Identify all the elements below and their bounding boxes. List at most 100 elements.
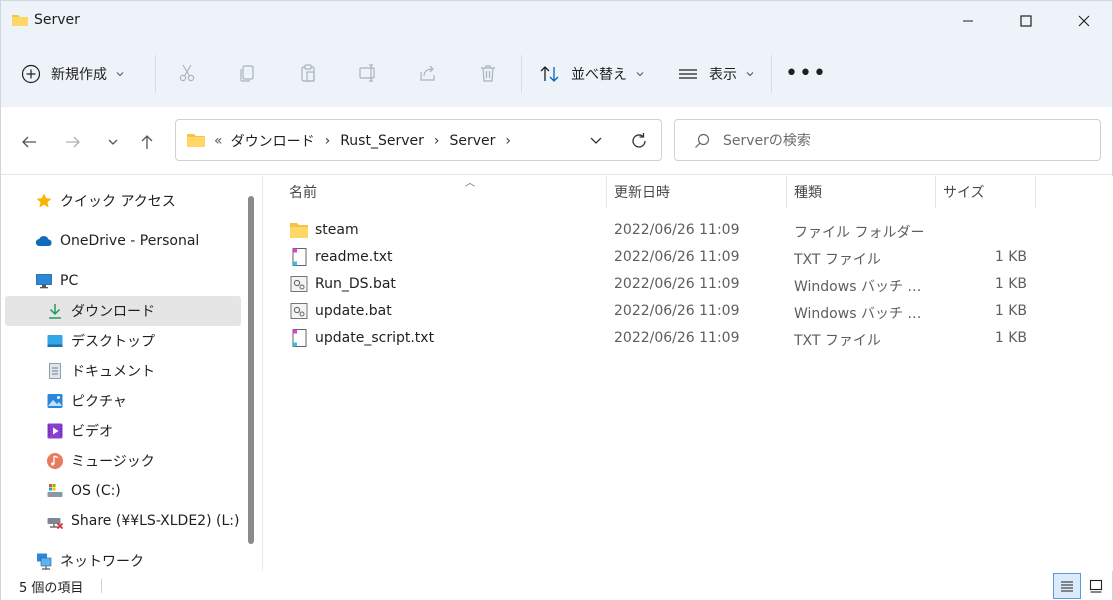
file-type: TXT ファイル xyxy=(794,252,881,268)
sidebar-item-downloads[interactable]: ダウンロード xyxy=(5,296,241,326)
document-icon xyxy=(45,361,65,381)
close-button[interactable] xyxy=(1055,1,1113,41)
arrow-right-icon xyxy=(66,136,80,148)
sidebar-item-share-drive[interactable]: Share (¥¥LS-XLDE2) (L:) xyxy=(5,506,241,536)
rename-button[interactable] xyxy=(356,61,380,85)
column-header-size[interactable]: サイズ xyxy=(943,176,1035,208)
folder-icon xyxy=(12,15,28,26)
recent-locations-button[interactable] xyxy=(101,130,125,154)
chevron-down-icon xyxy=(116,72,124,77)
maximize-button[interactable] xyxy=(997,1,1055,41)
paste-button[interactable] xyxy=(296,61,320,85)
sidebar-item-label: OS (C:) xyxy=(71,483,121,499)
title-bar[interactable]: Server xyxy=(1,1,1112,41)
more-options-button[interactable]: ••• xyxy=(785,63,826,85)
column-header-label: 種類 xyxy=(794,185,822,201)
view-button-label: 表示 xyxy=(709,67,737,83)
column-header-name[interactable]: 名前 ︿ xyxy=(289,176,606,208)
sidebar-item-label: Share (¥¥LS-XLDE2) (L:) xyxy=(71,513,240,529)
breadcrumb-item-rust-server[interactable]: Rust_Server xyxy=(340,133,424,149)
toolbar-divider xyxy=(521,55,522,93)
delete-button[interactable] xyxy=(476,61,500,85)
file-type: ファイル フォルダー xyxy=(794,225,925,241)
file-name: update.bat xyxy=(315,303,392,319)
file-name: readme.txt xyxy=(315,249,393,265)
breadcrumb-overflow[interactable]: « xyxy=(214,133,223,149)
details-view-icon xyxy=(1061,581,1073,592)
sidebar-item-documents[interactable]: ドキュメント xyxy=(5,356,241,386)
sidebar-item-pc[interactable]: PC xyxy=(5,266,241,296)
address-bar[interactable]: « ダウンロード › Rust_Server › Server › xyxy=(175,119,662,161)
file-list: 名前 ︿ 更新日時 種類 サイズ steam 2022/06/26 11:09 … xyxy=(263,176,1113,571)
column-header-type[interactable]: 種類 xyxy=(794,176,935,208)
breadcrumb-separator[interactable]: › xyxy=(434,133,440,149)
tiles-view-button[interactable] xyxy=(1082,573,1110,599)
sidebar-item-videos[interactable]: ビデオ xyxy=(5,416,241,446)
search-input[interactable] xyxy=(723,130,1083,152)
column-divider[interactable] xyxy=(1035,176,1036,208)
desktop-icon xyxy=(45,331,65,351)
close-icon xyxy=(1078,15,1090,27)
folder-icon xyxy=(187,134,205,147)
sidebar-item-label: OneDrive - Personal xyxy=(60,233,200,249)
file-type: Windows バッチ ファ... xyxy=(794,279,927,295)
column-divider[interactable] xyxy=(606,176,607,208)
up-button[interactable] xyxy=(135,130,159,154)
refresh-icon[interactable] xyxy=(628,130,650,152)
cut-icon xyxy=(179,64,195,82)
sidebar-item-label: ミュージック xyxy=(71,454,155,470)
breadcrumb-separator[interactable]: › xyxy=(505,133,511,149)
file-row-update-script[interactable]: update_script.txt 2022/06/26 11:09 TXT フ… xyxy=(283,325,1043,352)
column-header-label: 更新日時 xyxy=(614,185,670,201)
column-header-date[interactable]: 更新日時 xyxy=(614,176,786,208)
sort-icon xyxy=(540,66,559,82)
search-box[interactable] xyxy=(674,119,1101,161)
file-explorer-window: Server 新規作成 並べ替え 表示 ••• « ダウンロード › Rust_… xyxy=(0,0,1113,600)
breadcrumb-item-server[interactable]: Server xyxy=(449,133,495,149)
delete-icon xyxy=(481,65,495,82)
file-type: Windows バッチ ファ... xyxy=(794,306,927,322)
details-view-button[interactable] xyxy=(1053,573,1081,599)
sidebar-item-quick-access[interactable]: クイック アクセス xyxy=(5,186,241,216)
back-button[interactable] xyxy=(17,130,41,154)
file-date: 2022/06/26 11:09 xyxy=(614,276,740,292)
sidebar-item-desktop[interactable]: デスクトップ xyxy=(5,326,241,356)
breadcrumb-item-downloads[interactable]: ダウンロード xyxy=(231,131,315,151)
file-row-steam[interactable]: steam 2022/06/26 11:09 ファイル フォルダー xyxy=(283,217,1043,244)
column-divider[interactable] xyxy=(935,176,936,208)
cut-button[interactable] xyxy=(175,61,199,85)
forward-button[interactable] xyxy=(61,130,85,154)
file-date: 2022/06/26 11:09 xyxy=(614,222,740,238)
text-file-icon xyxy=(292,329,307,347)
breadcrumb-separator[interactable]: › xyxy=(325,133,331,149)
status-divider xyxy=(101,579,102,593)
copy-button[interactable] xyxy=(235,61,259,85)
address-dropdown-icon[interactable] xyxy=(586,132,606,150)
network-icon xyxy=(34,551,54,571)
sidebar-scrollbar-thumb[interactable] xyxy=(248,196,254,544)
file-type: TXT ファイル xyxy=(794,333,881,349)
chevron-down-icon xyxy=(746,72,754,77)
minimize-button[interactable] xyxy=(939,1,997,41)
file-row-readme[interactable]: readme.txt 2022/06/26 11:09 TXT ファイル 1 K… xyxy=(283,244,1043,271)
sidebar-item-music[interactable]: ミュージック xyxy=(5,446,241,476)
sort-button[interactable]: 並べ替え xyxy=(539,61,645,87)
sidebar-item-os-drive[interactable]: OS (C:) xyxy=(5,476,241,506)
share-icon xyxy=(420,65,435,81)
video-icon xyxy=(45,421,65,441)
file-date: 2022/06/26 11:09 xyxy=(614,249,740,265)
new-button-label: 新規作成 xyxy=(51,67,107,83)
new-button[interactable]: 新規作成 xyxy=(21,59,125,89)
sidebar-item-onedrive[interactable]: OneDrive - Personal xyxy=(5,226,241,256)
navigation-pane: クイック アクセス OneDrive - Personal PC ダウンロード … xyxy=(1,176,263,571)
music-icon xyxy=(45,451,65,471)
column-divider[interactable] xyxy=(786,176,787,208)
view-button[interactable]: 表示 xyxy=(677,61,755,87)
share-button[interactable] xyxy=(416,61,440,85)
file-row-run-ds[interactable]: Run_DS.bat 2022/06/26 11:09 Windows バッチ … xyxy=(283,271,1043,298)
file-row-update-bat[interactable]: update.bat 2022/06/26 11:09 Windows バッチ … xyxy=(283,298,1043,325)
window-title: Server xyxy=(34,12,80,28)
sidebar-item-pictures[interactable]: ピクチャ xyxy=(5,386,241,416)
sidebar-item-label: ダウンロード xyxy=(71,304,155,320)
plus-circle-icon xyxy=(21,64,41,84)
